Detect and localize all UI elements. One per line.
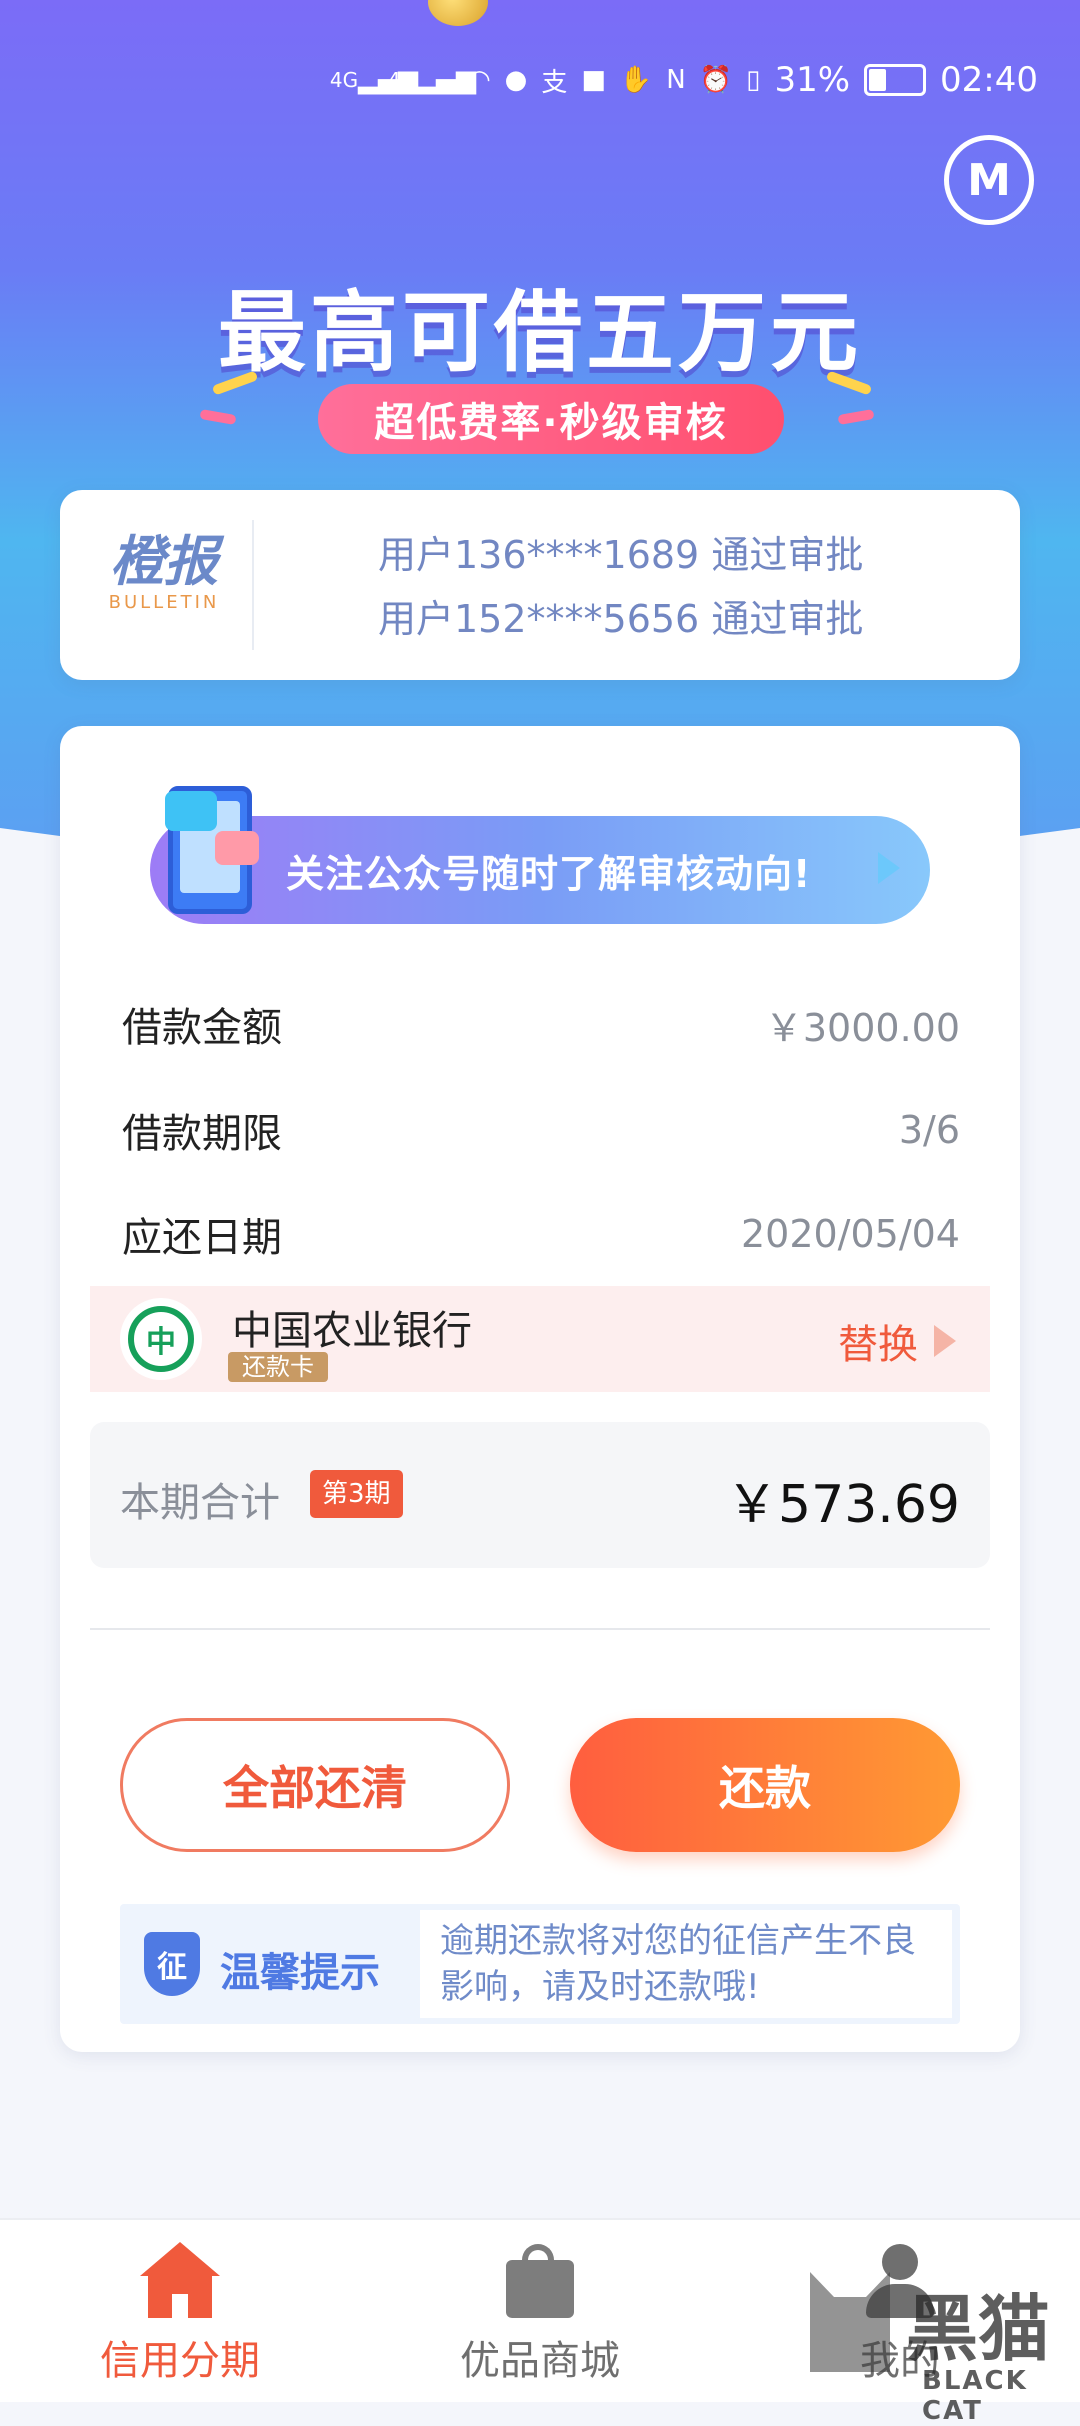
chat-bubble-icon xyxy=(165,791,217,831)
app-logo-button[interactable]: M xyxy=(944,135,1034,225)
vibrate-icon: ▯ xyxy=(746,65,761,95)
banner-headline: 最高可借五万元 xyxy=(217,281,862,384)
pay-all-button[interactable]: 全部还清 xyxy=(120,1718,510,1852)
signal-icon-2: 4G ▂▄▆ xyxy=(387,65,477,95)
m-logo-icon: M xyxy=(967,154,1011,206)
bulletin-brand: 橙报 BULLETIN xyxy=(94,530,234,614)
bulletin-brand-sub: BULLETIN xyxy=(108,592,220,613)
warm-tip-label: 温馨提示 xyxy=(220,1950,380,1996)
period-total-amount: ￥573.69 xyxy=(726,1475,960,1535)
network-label-1: 4G xyxy=(329,68,359,92)
watermark-en: BLACK CAT xyxy=(922,2366,1028,2426)
credit-shield-icon: 征 xyxy=(144,1932,200,1996)
period-total-label: 本期合计 xyxy=(120,1480,280,1526)
status-bar: 4G ▂▄▆ 4G ▂▄▆ ◠ ● 支 ■ ✋ N ⏰ ▯ 31% 02:40 xyxy=(330,55,1038,105)
cat-logo-icon xyxy=(810,2272,890,2372)
shopping-bag-icon xyxy=(500,2242,580,2318)
chat-bubble-icon xyxy=(215,831,259,865)
loan-term-row: 借款期限 3/6 xyxy=(122,1100,960,1160)
bank-name: 中国农业银行 xyxy=(232,1308,472,1354)
alipay-icon: 支 xyxy=(541,67,568,98)
row-value: ￥3000.00 xyxy=(764,1005,960,1050)
tab-label: 优品商城 xyxy=(460,2338,620,2384)
bulletin-line: 用户136****1689 通过审批 xyxy=(378,533,864,577)
period-total: 本期合计 第3期 ￥573.69 xyxy=(90,1422,990,1568)
row-label: 应还日期 xyxy=(122,1215,282,1261)
replace-card-label: 替换 xyxy=(838,1322,918,1368)
row-value: 2020/05/04 xyxy=(740,1212,960,1256)
clock: 02:40 xyxy=(940,60,1038,100)
period-badge: 第3期 xyxy=(310,1470,403,1518)
alarm-icon: ⏰ xyxy=(699,65,733,95)
tab-mall[interactable]: 优品商城 xyxy=(390,2242,690,2386)
loan-amount-row: 借款金额 ￥3000.00 xyxy=(122,994,960,1054)
row-label: 借款金额 xyxy=(122,1005,282,1051)
bulletin-divider xyxy=(252,520,254,650)
replace-card-button[interactable]: 替换 xyxy=(838,1312,956,1370)
warm-tip: 征 温馨提示 逾期还款将对您的征信产生不良影响，请及时还款哦! xyxy=(120,1904,960,2024)
due-date-row: 应还日期 2020/05/04 xyxy=(122,1204,960,1264)
follow-account-text: 关注公众号随时了解审核动向! xyxy=(286,851,812,896)
app-icon: ■ xyxy=(581,65,606,95)
pay-button[interactable]: 还款 xyxy=(570,1718,960,1852)
follow-account-banner[interactable]: 关注公众号随时了解审核动向! xyxy=(150,786,930,924)
play-arrow-icon xyxy=(878,852,900,884)
tab-label: 信用分期 xyxy=(100,2338,260,2384)
battery-icon xyxy=(864,64,927,96)
nfc-icon: N xyxy=(666,65,686,95)
watermark-cn: 黑猫 xyxy=(906,2287,1051,2371)
wifi-icon: ◠ xyxy=(467,65,491,95)
phone-icon xyxy=(165,786,259,914)
repayment-card: 关注公众号随时了解审核动向! 借款金额 ￥3000.00 借款期限 3/6 应还… xyxy=(60,726,1020,2052)
bulletin-brand-title: 橙报 xyxy=(110,530,218,593)
warm-tip-text: 逾期还款将对您的征信产生不良影响，请及时还款哦! xyxy=(420,1910,952,2018)
chat-icon: ● xyxy=(504,65,528,95)
hand-icon: ✋ xyxy=(619,65,653,95)
bank-logo-icon: 中 xyxy=(120,1298,202,1380)
bulletin-card: 橙报 BULLETIN 用户136****1689 通过审批 用户152****… xyxy=(60,490,1020,680)
network-label-2: 4G xyxy=(387,68,417,92)
arrow-right-icon xyxy=(934,1325,956,1357)
bulletin-line: 用户152****5656 通过审批 xyxy=(378,597,864,641)
banner-subtitle: 超低费率·秒级审核 xyxy=(318,384,784,454)
divider xyxy=(90,1628,990,1630)
battery-percent: 31% xyxy=(774,60,851,100)
row-value: 3/6 xyxy=(898,1108,960,1152)
tab-credit-installment[interactable]: 信用分期 xyxy=(30,2242,330,2386)
black-cat-watermark: 黑猫 BLACK CAT xyxy=(810,2262,1080,2426)
repayment-card-bar: 中 中国农业银行 还款卡 替换 xyxy=(90,1286,990,1392)
home-icon xyxy=(140,2242,220,2318)
row-label: 借款期限 xyxy=(122,1111,282,1157)
repayment-card-tag: 还款卡 xyxy=(228,1352,328,1382)
